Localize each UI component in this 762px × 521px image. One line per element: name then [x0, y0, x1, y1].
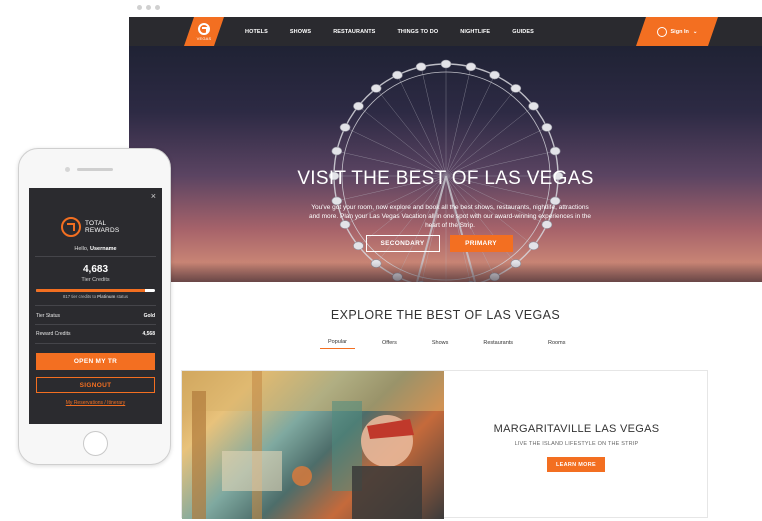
phone-device: × TOTAL REWARDS Hello, Username 4,683 Ti… [18, 148, 171, 465]
tier-credits-label: Tier Credits [81, 277, 110, 283]
sign-in-label: Sign In [670, 28, 689, 35]
hero-subtitle: You've got your room, now explore and bo… [308, 204, 592, 229]
wheel-cabin [549, 146, 561, 156]
phone-speaker [77, 168, 113, 171]
margaritaville-photo [182, 371, 444, 519]
hero-title: VISIT THE BEST OF LAS VEGAS [297, 168, 594, 189]
card-subtitle: LIVE THE ISLAND LIFESTYLE ON THE STRIP [514, 441, 639, 447]
nav-links: HOTELS SHOWS RESTAURANTS THINGS TO DO NI… [245, 17, 556, 46]
phone-camera [65, 167, 70, 172]
total-rewards-logo-icon [198, 23, 210, 35]
nav-item-restaurants[interactable]: RESTAURANTS [333, 29, 375, 35]
wheel-spoke [445, 74, 495, 177]
brand-name: TOTAL REWARDS [85, 220, 119, 234]
wheel-spoke [445, 66, 472, 177]
wheel-spoke [445, 105, 534, 177]
wheel-cabin [353, 101, 364, 111]
status-text: status [116, 294, 128, 299]
credits-needed: 817 [62, 294, 71, 299]
close-icon[interactable]: × [151, 191, 156, 201]
greeting-label: Hello, [74, 246, 89, 252]
tier-progress-note: 817 tier credits to Platinum status [29, 294, 162, 299]
wheel-cabin [331, 146, 343, 156]
city-skyline [129, 262, 762, 282]
explore-tabs: Popular Offers Shows Restaurants Rooms [320, 336, 592, 349]
open-my-tr-button[interactable]: OPEN MY TR [36, 353, 155, 370]
top-navigation: VEGAS HOTELS SHOWS RESTAURANTS THINGS TO… [129, 17, 762, 46]
home-button[interactable] [83, 431, 108, 456]
wheel-cabin [392, 70, 403, 80]
window-dot-3 [155, 5, 160, 10]
rewards-icon [657, 27, 667, 37]
wheel-cabin [528, 101, 539, 111]
wheel-spoke [375, 88, 447, 177]
nav-item-things-to-do[interactable]: THINGS TO DO [397, 29, 438, 35]
card-title: MARGARITAVILLE LAS VEGAS [493, 423, 660, 435]
tab-offers[interactable]: Offers [374, 336, 405, 349]
tier-status-value: Gold [143, 313, 155, 319]
wheel-cabin [440, 59, 452, 69]
tab-restaurants[interactable]: Restaurants [475, 336, 521, 349]
wheel-spoke [420, 66, 447, 177]
wheel-spoke [358, 105, 447, 177]
mockup-stage: VEGAS HOTELS SHOWS RESTAURANTS THINGS TO… [0, 0, 762, 521]
divider [35, 305, 156, 306]
wheel-spoke [445, 88, 517, 177]
primary-button[interactable]: PRIMARY [449, 235, 513, 252]
tab-popular[interactable]: Popular [320, 336, 355, 349]
total-rewards-logo: TOTAL REWARDS [61, 217, 119, 237]
divider [35, 343, 156, 344]
window-dot-1 [137, 5, 142, 10]
tier-progress-fill [36, 289, 146, 292]
nav-item-hotels[interactable]: HOTELS [245, 29, 268, 35]
wheel-cabin [370, 84, 382, 93]
explore-title: EXPLORE THE BEST OF LAS VEGAS [330, 308, 561, 322]
reward-credits-value: 4,568 [142, 331, 155, 337]
next-tier: Platinum [97, 294, 116, 299]
secondary-button[interactable]: SECONDARY [365, 235, 440, 252]
desktop-site: VEGAS HOTELS SHOWS RESTAURANTS THINGS TO… [129, 17, 762, 521]
learn-more-button[interactable]: LEARN MORE [547, 457, 605, 472]
sign-in-button[interactable]: Sign In ⌄ [636, 17, 718, 46]
nav-item-nightlife[interactable]: NIGHTLIFE [460, 29, 490, 35]
divider [35, 256, 156, 257]
window-dot-2 [146, 5, 151, 10]
site-logo[interactable]: VEGAS [184, 17, 224, 46]
logo-text: VEGAS [196, 35, 212, 41]
tier-status-row: Tier Status Gold [36, 313, 155, 319]
tab-shows[interactable]: Shows [424, 336, 457, 349]
wheel-cabin [541, 123, 553, 132]
signout-button[interactable]: SIGNOUT [36, 377, 155, 393]
wheel-cabin [510, 84, 522, 93]
mobile-rewards-panel: × TOTAL REWARDS Hello, Username 4,683 Ti… [29, 188, 162, 424]
divider [35, 324, 156, 325]
hero-buttons: SECONDARY PRIMARY [129, 235, 762, 252]
brand-line-2: REWARDS [85, 227, 120, 234]
hero-banner: VISIT THE BEST OF LAS VEGAS You've got y… [129, 46, 762, 282]
greeting: Hello, Username [29, 246, 162, 252]
wheel-spoke [397, 74, 447, 177]
username: Username [89, 246, 117, 252]
credits-needed-text: tier credits to [71, 294, 96, 299]
wheel-cabin [465, 62, 477, 72]
tier-progress-bar [36, 289, 155, 292]
reward-credits-row: Reward Credits 4,568 [36, 331, 155, 337]
reservations-link[interactable]: My Reservations / Itinerary [29, 400, 162, 406]
reward-credits-label: Reward Credits [36, 331, 71, 337]
feature-card: MARGARITAVILLE LAS VEGAS LIVE THE ISLAND… [181, 370, 708, 519]
chevron-down-icon: ⌄ [692, 28, 698, 35]
total-rewards-logo-icon [61, 217, 81, 237]
wheel-cabin [415, 62, 427, 72]
tab-rooms[interactable]: Rooms [540, 336, 573, 349]
tier-status-label: Tier Status [36, 313, 60, 319]
restaurant-scene-image [182, 371, 444, 519]
nav-item-shows[interactable]: SHOWS [290, 29, 311, 35]
brand-line-1: TOTAL [85, 220, 107, 227]
window-controls [137, 5, 160, 10]
tier-credits-value: 4,683 [82, 264, 109, 275]
nav-item-guides[interactable]: GUIDES [512, 29, 534, 35]
wheel-cabin [339, 123, 351, 132]
wheel-cabin [489, 70, 500, 80]
